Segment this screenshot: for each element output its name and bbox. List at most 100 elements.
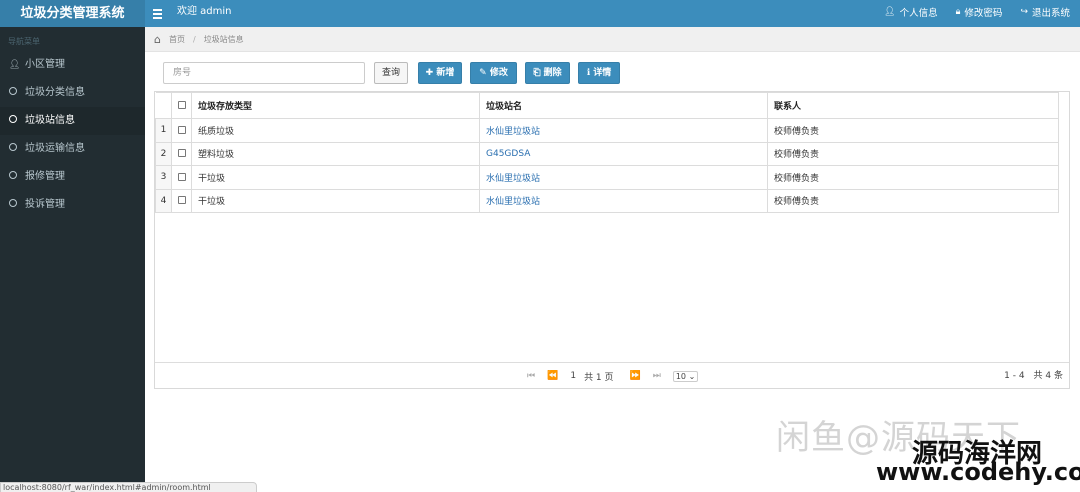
logout-label: 退出系统 [1031, 8, 1070, 19]
station-link[interactable]: 水仙里垃圾站 [486, 174, 540, 184]
cell-station: G45GDSA [479, 141, 768, 166]
table-row[interactable]: 1 纸质垃圾 水仙里垃圾站 校师傅负责 [155, 118, 1059, 143]
sidebar-heading: 导航菜单 [8, 37, 40, 46]
add-label: 新增 [436, 68, 455, 78]
sidebar-item-label: 垃圾分类信息 [25, 87, 85, 98]
menu-toggle-icon[interactable] [153, 6, 163, 20]
pagination-summary: 1 - 4 共 4 条 [1004, 371, 1063, 381]
plus-icon: ✚ [425, 68, 434, 78]
page-number[interactable]: 1 [570, 371, 576, 381]
pagination: ⏮ ⏪ 1 共 1 页 ⏩ ⏭ 10 ⌄ 1 - 4 共 4 条 [155, 362, 1069, 388]
breadcrumb-separator: / [192, 34, 196, 44]
first-page-icon[interactable]: ⏮ [527, 371, 535, 381]
station-link[interactable]: 水仙里垃圾站 [486, 127, 540, 137]
cell-station: 水仙里垃圾站 [479, 118, 768, 143]
profile-label: 个人信息 [899, 8, 938, 19]
top-header: 垃圾分类管理系统 欢迎 admin 👤︎ 个人信息 🔒︎ 修改密码 ↪ 退出系统 [0, 0, 1080, 27]
cell-contact: 校师傅负责 [767, 141, 1059, 166]
profile-link[interactable]: 👤︎ 个人信息 [884, 5, 937, 19]
logout-link[interactable]: ↪ 退出系统 [1020, 5, 1070, 19]
row-checkbox[interactable] [171, 188, 192, 213]
circle-icon [9, 79, 17, 107]
sidebar-item-label: 垃圾站信息 [25, 115, 75, 126]
search-input[interactable]: 房号 [163, 62, 365, 84]
edit-button[interactable]: ✎ 修改 [470, 62, 517, 84]
change-password-link[interactable]: 🔒︎ 修改密码 [956, 5, 1003, 19]
lock-icon: 🔒︎ [955, 7, 961, 17]
cell-station: 水仙里垃圾站 [479, 188, 768, 213]
row-number: 1 [155, 118, 172, 143]
column-header[interactable]: 垃圾存放类型 [191, 92, 480, 119]
column-header[interactable]: 垃圾站名 [479, 92, 768, 119]
breadcrumb-home[interactable]: 首页 [169, 34, 185, 45]
app: 垃圾分类管理系统 欢迎 admin 👤︎ 个人信息 🔒︎ 修改密码 ↪ 退出系统… [0, 0, 1080, 492]
delete-label: 删除 [543, 68, 562, 78]
sidebar-item-station[interactable]: 垃圾站信息 [0, 107, 145, 135]
brand-title[interactable]: 垃圾分类管理系统 [0, 0, 145, 27]
row-checkbox[interactable] [171, 141, 192, 166]
chevron-down-icon: ⌄ [688, 371, 696, 381]
trash-icon: ⎗ [533, 68, 541, 78]
next-page-icon[interactable]: ⏩ [630, 371, 641, 381]
prev-page-icon[interactable]: ⏪ [547, 371, 558, 381]
row-number-header [155, 92, 172, 119]
sidebar: 导航菜单 👤︎ 小区管理 垃圾分类信息 垃圾站信息 垃圾运输信息 报修管理 投诉… [0, 27, 145, 492]
data-grid: 垃圾存放类型 垃圾站名 联系人 1 纸质垃圾 水仙里垃圾站 校师傅负责 2 塑料… [154, 91, 1070, 389]
row-number: 4 [155, 188, 172, 213]
circle-icon [9, 135, 17, 163]
total-pages: 共 1 页 [584, 372, 614, 383]
table-header-row: 垃圾存放类型 垃圾站名 联系人 [155, 92, 1059, 119]
sidebar-item-complaint[interactable]: 投诉管理 [0, 191, 145, 219]
sidebar-item-label: 小区管理 [25, 59, 65, 70]
edit-icon: ✎ [479, 68, 487, 78]
welcome-text: 欢迎 admin [177, 6, 232, 17]
cell-type: 塑料垃圾 [191, 141, 480, 166]
sidebar-item-community[interactable]: 👤︎ 小区管理 [0, 51, 145, 79]
change-password-label: 修改密码 [964, 8, 1003, 19]
cell-type: 纸质垃圾 [191, 118, 480, 143]
circle-icon [9, 107, 17, 135]
header-nav: 👤︎ 个人信息 🔒︎ 修改密码 ↪ 退出系统 [866, 0, 1070, 24]
last-page-icon[interactable]: ⏭ [653, 371, 661, 381]
info-icon: ℹ [586, 68, 591, 78]
row-number: 3 [155, 165, 172, 190]
column-header[interactable]: 联系人 [767, 92, 1059, 119]
page-size-select[interactable]: 10 ⌄ [672, 370, 699, 382]
edit-label: 修改 [489, 68, 508, 78]
cell-station: 水仙里垃圾站 [479, 165, 768, 190]
table-row[interactable]: 3 干垃圾 水仙里垃圾站 校师傅负责 [155, 165, 1059, 190]
circle-icon [9, 191, 17, 219]
circle-icon [9, 163, 17, 191]
delete-button[interactable]: ⎗ 删除 [525, 62, 570, 84]
breadcrumb: ⌂ 首页 / 垃圾站信息 [145, 27, 1080, 52]
add-button[interactable]: ✚ 新增 [418, 62, 462, 84]
cell-type: 干垃圾 [191, 165, 480, 190]
user-icon: 👤︎ [9, 60, 21, 70]
browser-status-url: localhost:8080/rf_war/index.html#admin/r… [0, 482, 257, 492]
cell-contact: 校师傅负责 [767, 188, 1059, 213]
station-link[interactable]: 水仙里垃圾站 [486, 197, 540, 207]
sidebar-item-label: 投诉管理 [25, 199, 65, 210]
sidebar-item-classification[interactable]: 垃圾分类信息 [0, 79, 145, 107]
table-row[interactable]: 4 干垃圾 水仙里垃圾站 校师傅负责 [155, 188, 1059, 213]
pagination-controls: ⏮ ⏪ 1 共 1 页 ⏩ ⏭ 10 ⌄ [527, 363, 699, 389]
select-all-checkbox[interactable] [171, 92, 192, 119]
query-button[interactable]: 查询 [374, 62, 408, 84]
data-table: 垃圾存放类型 垃圾站名 联系人 1 纸质垃圾 水仙里垃圾站 校师傅负责 2 塑料… [155, 92, 1059, 213]
station-link[interactable]: G45GDSA [486, 149, 530, 159]
sidebar-item-label: 报修管理 [25, 171, 65, 182]
sidebar-item-transport[interactable]: 垃圾运输信息 [0, 135, 145, 163]
watermark-site-url: www.codehy.com [876, 458, 1080, 486]
sign-out-icon: ↪ [1020, 7, 1028, 17]
sidebar-item-repair[interactable]: 报修管理 [0, 163, 145, 191]
detail-label: 详情 [593, 68, 612, 78]
row-checkbox[interactable] [171, 165, 192, 190]
row-checkbox[interactable] [171, 118, 192, 143]
user-icon: 👤︎ [884, 7, 896, 17]
home-icon[interactable]: ⌂ [154, 33, 161, 46]
cell-contact: 校师傅负责 [767, 118, 1059, 143]
table-row[interactable]: 2 塑料垃圾 G45GDSA 校师傅负责 [155, 141, 1059, 166]
sidebar-item-label: 垃圾运输信息 [25, 143, 85, 154]
row-number: 2 [155, 141, 172, 166]
detail-button[interactable]: ℹ 详情 [578, 62, 620, 84]
